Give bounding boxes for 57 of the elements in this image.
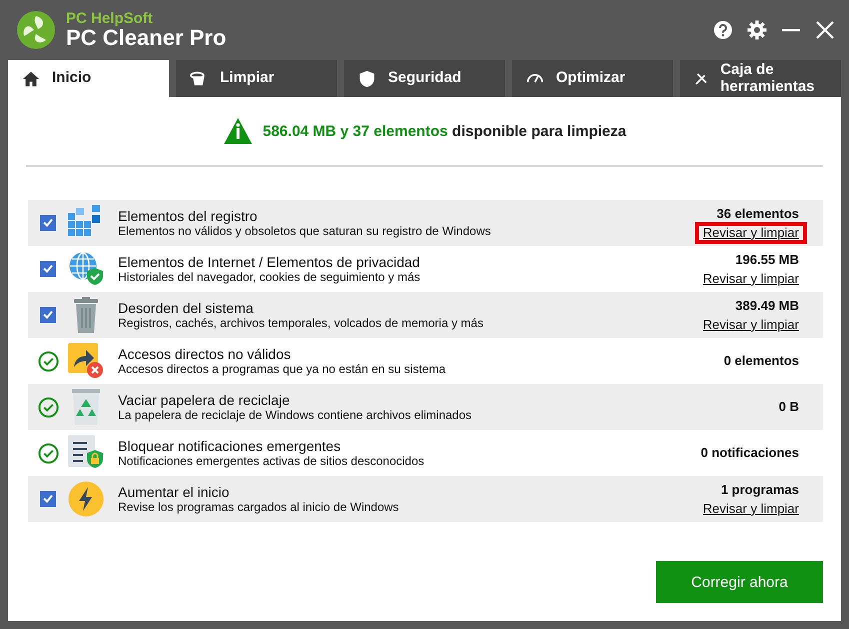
tab[interactable]: Seguridad	[344, 60, 505, 97]
tab[interactable]: Caja de herramientas	[680, 60, 841, 97]
check-icon	[43, 219, 53, 227]
checkbox[interactable]	[40, 491, 56, 507]
close-icon[interactable]	[815, 20, 835, 40]
tab[interactable]: Limpiar	[176, 60, 337, 97]
item-value: 0 notificaciones	[700, 445, 799, 461]
item-value: 1 programas	[720, 482, 799, 498]
item-title: Elementos del registro	[118, 208, 258, 224]
item-title: Elementos de Internet / Elementos de privacidad	[118, 254, 421, 270]
gauge-icon	[526, 74, 544, 83]
review-link[interactable]: Revisar y limpiar	[694, 314, 807, 336]
shield-icon	[358, 70, 376, 88]
item-title: Bloquear notificaciones emergentes	[118, 438, 342, 454]
tab[interactable]: Inicio	[8, 60, 169, 97]
item-title: Vaciar papelera de reciclaje	[118, 392, 291, 408]
check-circle-icon	[38, 442, 58, 464]
item-value: 0 B	[778, 399, 799, 415]
list-lock-icon	[68, 435, 104, 471]
item-description: Revise los programas cargados al inicio de Windows	[118, 500, 400, 514]
leaf-logo-icon	[16, 10, 56, 50]
item-description: Registros, cachés, archivos temporales, volcados de memoria y más	[118, 316, 484, 330]
review-link[interactable]: Revisar y limpiar	[694, 498, 807, 520]
settings-icon[interactable]	[747, 20, 767, 40]
check-circle-icon	[38, 396, 58, 418]
checkbox[interactable]	[40, 307, 56, 323]
item-value: 389.49 MB	[735, 298, 799, 314]
check-icon	[43, 265, 53, 273]
summary-text: 586.04 MB y 37 elementos disponible para limpieza	[262, 122, 626, 140]
vendor-name: PC HelpSoft	[66, 10, 154, 26]
item-title: Desorden del sistema	[118, 300, 254, 316]
checkbox[interactable]	[40, 215, 56, 231]
item-description: Notificaciones emergentes activas de sitios desconocidos	[118, 454, 426, 468]
help-icon[interactable]	[713, 20, 733, 40]
review-link[interactable]: Revisar y limpiar	[694, 222, 807, 244]
item-description: Historiales del navegador, cookies de seguimiento y más	[118, 270, 422, 284]
shortcut-error-icon	[68, 343, 104, 379]
item-value: 196.55 MB	[735, 252, 799, 268]
item-description: Accesos directos a programas que ya no están en su sistema	[118, 362, 447, 376]
item-title: Aumentar el inicio	[118, 484, 230, 500]
item-value: 0 elementos	[724, 353, 799, 369]
check-icon	[43, 311, 53, 319]
item-value: 36 elementos	[716, 206, 799, 222]
review-link[interactable]: Revisar y limpiar	[694, 268, 807, 290]
warning-icon	[222, 117, 253, 145]
checkbox[interactable]	[40, 261, 56, 277]
globe-shield-icon	[68, 251, 104, 287]
item-description: La papelera de reciclaje de Windows contiene archivos eliminados	[118, 408, 473, 422]
fix-now-button[interactable]: Corregir ahora	[656, 561, 823, 603]
tab[interactable]: Optimizar	[512, 60, 673, 97]
app-title: PC Cleaner Pro	[66, 26, 226, 50]
check-circle-icon	[38, 350, 58, 372]
item-title: Accesos directos no válidos	[118, 346, 292, 362]
lightning-icon	[68, 481, 104, 517]
check-icon	[43, 495, 53, 503]
home-icon	[22, 70, 40, 88]
item-description: Elementos no válidos y obsoletos que saturan su registro de Windows	[118, 224, 492, 238]
